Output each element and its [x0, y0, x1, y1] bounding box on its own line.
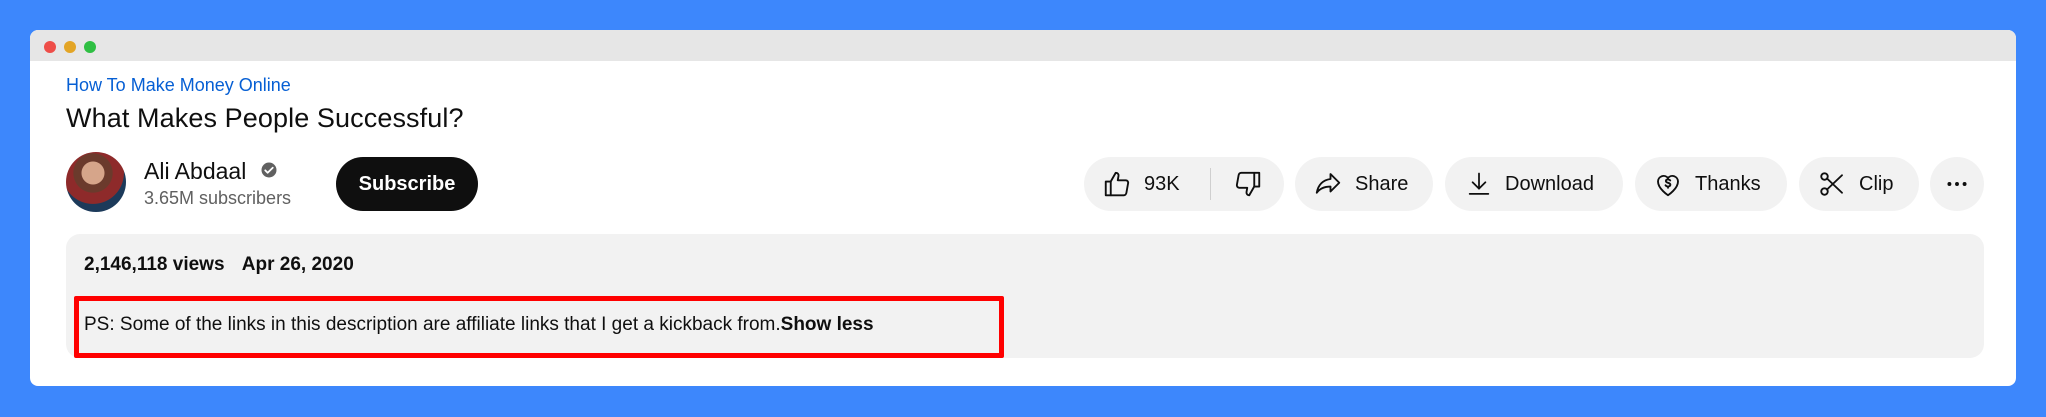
heart-dollar-icon — [1657, 175, 1679, 197]
thumbs-up-icon — [1104, 171, 1130, 197]
maximize-window-icon[interactable] — [84, 41, 96, 53]
video-hashtag-link[interactable]: How To Make Money Online — [66, 75, 291, 96]
verified-check-icon — [261, 162, 277, 178]
like-dislike-group: 93K — [1084, 157, 1284, 211]
highlight-annotation-box — [74, 296, 1004, 358]
thanks-label: Thanks — [1695, 172, 1761, 195]
share-label: Share — [1355, 172, 1409, 195]
share-button[interactable]: Share — [1295, 157, 1433, 211]
scissors-icon — [1820, 172, 1843, 196]
clip-button[interactable]: Clip — [1799, 157, 1919, 211]
subscriber-count: 3.65M subscribers — [144, 188, 292, 208]
share-arrow-icon — [1315, 173, 1341, 194]
close-window-icon[interactable] — [44, 41, 56, 53]
more-actions-button[interactable] — [1930, 157, 1984, 211]
clip-label: Clip — [1859, 172, 1894, 195]
dislike-button[interactable] — [1211, 157, 1284, 211]
upload-date: Apr 26, 2020 — [241, 254, 354, 275]
like-count: 93K — [1144, 172, 1180, 195]
more-horizontal-icon — [1947, 182, 1967, 186]
subscribe-button[interactable]: Subscribe — [336, 157, 478, 211]
download-icon — [1468, 172, 1490, 195]
thumbs-down-icon — [1235, 171, 1260, 197]
video-title: What Makes People Successful? — [66, 103, 464, 133]
window-titlebar — [30, 30, 2016, 61]
like-button[interactable]: 93K — [1084, 157, 1202, 211]
view-count: 2,146,118 views — [84, 254, 225, 275]
download-button[interactable]: Download — [1445, 157, 1623, 211]
browser-window: How To Make Money Online What Makes Peop… — [30, 30, 2016, 386]
channel-name[interactable]: Ali Abdaal — [144, 158, 246, 185]
minimize-window-icon[interactable] — [64, 41, 76, 53]
thanks-button[interactable]: Thanks — [1635, 157, 1787, 211]
video-meta: 2,146,118 views Apr 26, 2020 — [84, 254, 354, 276]
description-box[interactable]: 2,146,118 views Apr 26, 2020 PS: Some of… — [66, 234, 1984, 358]
download-label: Download — [1505, 172, 1594, 195]
channel-avatar[interactable] — [66, 152, 126, 212]
